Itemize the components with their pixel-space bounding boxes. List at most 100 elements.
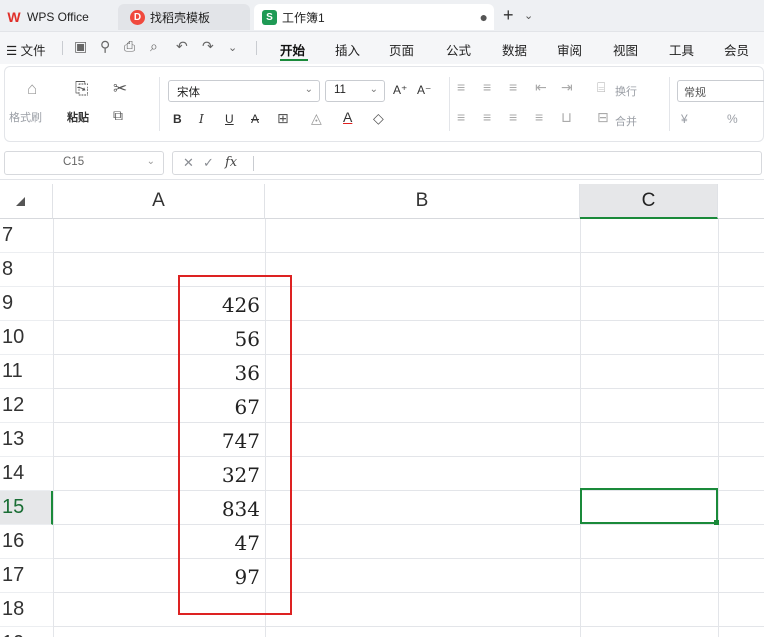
row-header-8[interactable]: 8 xyxy=(0,253,53,287)
column-header-a[interactable]: A xyxy=(53,184,265,219)
docer-logo-icon: D xyxy=(130,9,145,25)
chevron-down-icon: ⌄ xyxy=(146,156,155,167)
copy-icon[interactable]: ⧉ xyxy=(113,107,123,124)
format-painter-icon[interactable]: ⌂ xyxy=(27,79,37,99)
align-bottom-icon[interactable]: ≡ xyxy=(509,79,517,95)
row-header-18[interactable]: 18 xyxy=(0,593,53,627)
underline-button[interactable]: U xyxy=(225,112,234,126)
cut-icon[interactable]: ✂ xyxy=(113,79,127,99)
menu-file[interactable]: ☰ 文件 xyxy=(6,40,46,59)
font-shrink-button[interactable]: A⁻ xyxy=(417,83,431,97)
row-header-14[interactable]: 14 xyxy=(0,457,53,491)
indent-increase-icon[interactable]: ⇥ xyxy=(561,79,573,96)
clear-format-icon[interactable]: ◇ xyxy=(373,110,384,127)
fill-handle[interactable] xyxy=(714,520,719,525)
table-row: 747 xyxy=(53,423,764,457)
row-header-7[interactable]: 7 xyxy=(0,219,53,253)
fill-color-icon[interactable]: ◬ xyxy=(311,110,322,127)
tab-template[interactable]: D 找稻壳模板 xyxy=(118,4,250,30)
row-header-13[interactable]: 13 xyxy=(0,423,53,457)
select-all-corner[interactable] xyxy=(0,184,53,219)
row-header-10[interactable]: 10 xyxy=(0,321,53,355)
font-name-select[interactable]: 宋体 ⌄ xyxy=(168,80,320,102)
name-box[interactable]: C15 ⌄ xyxy=(4,151,164,175)
table-row xyxy=(53,627,764,637)
merge-cells-icon[interactable]: ⊟ xyxy=(597,109,609,126)
row-header-11[interactable]: 11 xyxy=(0,355,53,389)
bold-button[interactable]: B xyxy=(173,112,182,126)
tab-workbook[interactable]: S 工作簿1 ● xyxy=(254,4,494,30)
save-icon[interactable]: ▣ xyxy=(74,38,87,55)
menu-home[interactable]: 开始 xyxy=(280,40,305,59)
paste-icon[interactable]: ⎘ xyxy=(75,79,89,99)
align-center-icon[interactable]: ≡ xyxy=(483,109,491,125)
menu-view[interactable]: 视图 xyxy=(613,40,638,59)
tab-template-label: 找稻壳模板 xyxy=(150,10,211,25)
undo-icon[interactable]: ↶ xyxy=(176,38,188,55)
print-preview-icon[interactable]: ⌕ xyxy=(150,38,158,55)
menu-page[interactable]: 页面 xyxy=(389,40,414,59)
menu-formula[interactable]: 公式 xyxy=(446,40,471,59)
wrap-text-label[interactable]: 换行 xyxy=(615,83,637,99)
cell-a19[interactable] xyxy=(53,627,264,637)
table-row: 67 xyxy=(53,389,764,423)
new-tab-button[interactable]: + xyxy=(503,5,514,26)
menu-review[interactable]: 审阅 xyxy=(557,40,582,59)
row-header-15[interactable]: 15 xyxy=(0,491,53,525)
formula-separator xyxy=(253,156,254,171)
currency-button[interactable]: ¥ xyxy=(681,112,688,126)
font-color-icon[interactable]: A xyxy=(343,109,352,125)
column-header-b[interactable]: B xyxy=(265,184,580,219)
active-cell-c15[interactable] xyxy=(580,488,719,525)
row-header-19[interactable]: 19 xyxy=(0,627,53,637)
share-icon[interactable]: ⚲ xyxy=(100,38,110,55)
menu-insert[interactable]: 插入 xyxy=(335,40,360,59)
row-header-16[interactable]: 16 xyxy=(0,525,53,559)
wrap-text-icon[interactable]: ⌸ xyxy=(597,79,605,96)
cell-a7[interactable] xyxy=(53,219,264,253)
paste-label[interactable]: 粘贴 xyxy=(67,109,89,125)
align-left-icon[interactable]: ≡ xyxy=(457,109,465,125)
title-tab-bar: W WPS Office D 找稻壳模板 S 工作簿1 ● + ⌄ xyxy=(0,0,764,32)
formula-input[interactable]: ✕ ✓ fx xyxy=(172,151,762,175)
confirm-icon[interactable]: ✓ xyxy=(203,155,214,171)
spreadsheet-icon: S xyxy=(262,9,277,25)
tab-wps-office[interactable]: W WPS Office xyxy=(6,4,89,30)
percent-button[interactable]: % xyxy=(727,112,738,126)
indent-decrease-icon[interactable]: ⇤ xyxy=(535,79,547,96)
font-size-value: 11 xyxy=(334,84,346,96)
new-tab-dropdown-icon[interactable]: ⌄ xyxy=(524,9,533,22)
justify-icon[interactable]: ≡ xyxy=(535,109,543,125)
print-icon[interactable]: ⎙ xyxy=(124,38,135,55)
distribute-icon[interactable]: ⊔ xyxy=(561,109,572,126)
cancel-icon[interactable]: ✕ xyxy=(183,155,194,171)
align-top-icon[interactable]: ≡ xyxy=(457,79,465,95)
strikethrough-button[interactable]: A xyxy=(251,112,259,126)
border-icon[interactable]: ⊞ xyxy=(277,110,289,127)
tab-workbook-label: 工作簿1 xyxy=(282,10,325,25)
menu-data[interactable]: 数据 xyxy=(502,40,527,59)
menu-tools[interactable]: 工具 xyxy=(669,40,694,59)
spreadsheet-grid[interactable]: A B C 7 8 9 426 10 56 11 36 12 67 13 747 14 327 15 834 1… xyxy=(0,184,764,637)
row-header-17[interactable]: 17 xyxy=(0,559,53,593)
font-grow-button[interactable]: A⁺ xyxy=(393,83,407,97)
number-format-select[interactable]: 常规 xyxy=(677,80,764,102)
italic-button[interactable]: I xyxy=(199,112,204,126)
row-header-9[interactable]: 9 xyxy=(0,287,53,321)
unsaved-dot-icon[interactable]: ● xyxy=(480,9,488,25)
format-painter-label[interactable]: 格式刷 xyxy=(9,109,42,125)
menu-member[interactable]: 会员 xyxy=(724,40,749,59)
table-row: 36 xyxy=(53,355,764,389)
insert-function-icon[interactable]: fx xyxy=(225,155,237,170)
font-size-select[interactable]: 11 ⌄ xyxy=(325,80,385,102)
chevron-down-icon: ⌄ xyxy=(304,84,313,95)
redo-icon[interactable]: ↷ xyxy=(202,38,214,55)
tab-wps-office-label: WPS Office xyxy=(27,10,89,24)
align-right-icon[interactable]: ≡ xyxy=(509,109,517,125)
more-dropdown-icon[interactable]: ⌄ xyxy=(228,41,237,54)
row-header-12[interactable]: 12 xyxy=(0,389,53,423)
merge-cells-label[interactable]: 合并 xyxy=(615,113,637,129)
column-header-d[interactable] xyxy=(718,184,764,219)
align-middle-icon[interactable]: ≡ xyxy=(483,79,491,95)
column-header-c[interactable]: C xyxy=(580,184,718,219)
